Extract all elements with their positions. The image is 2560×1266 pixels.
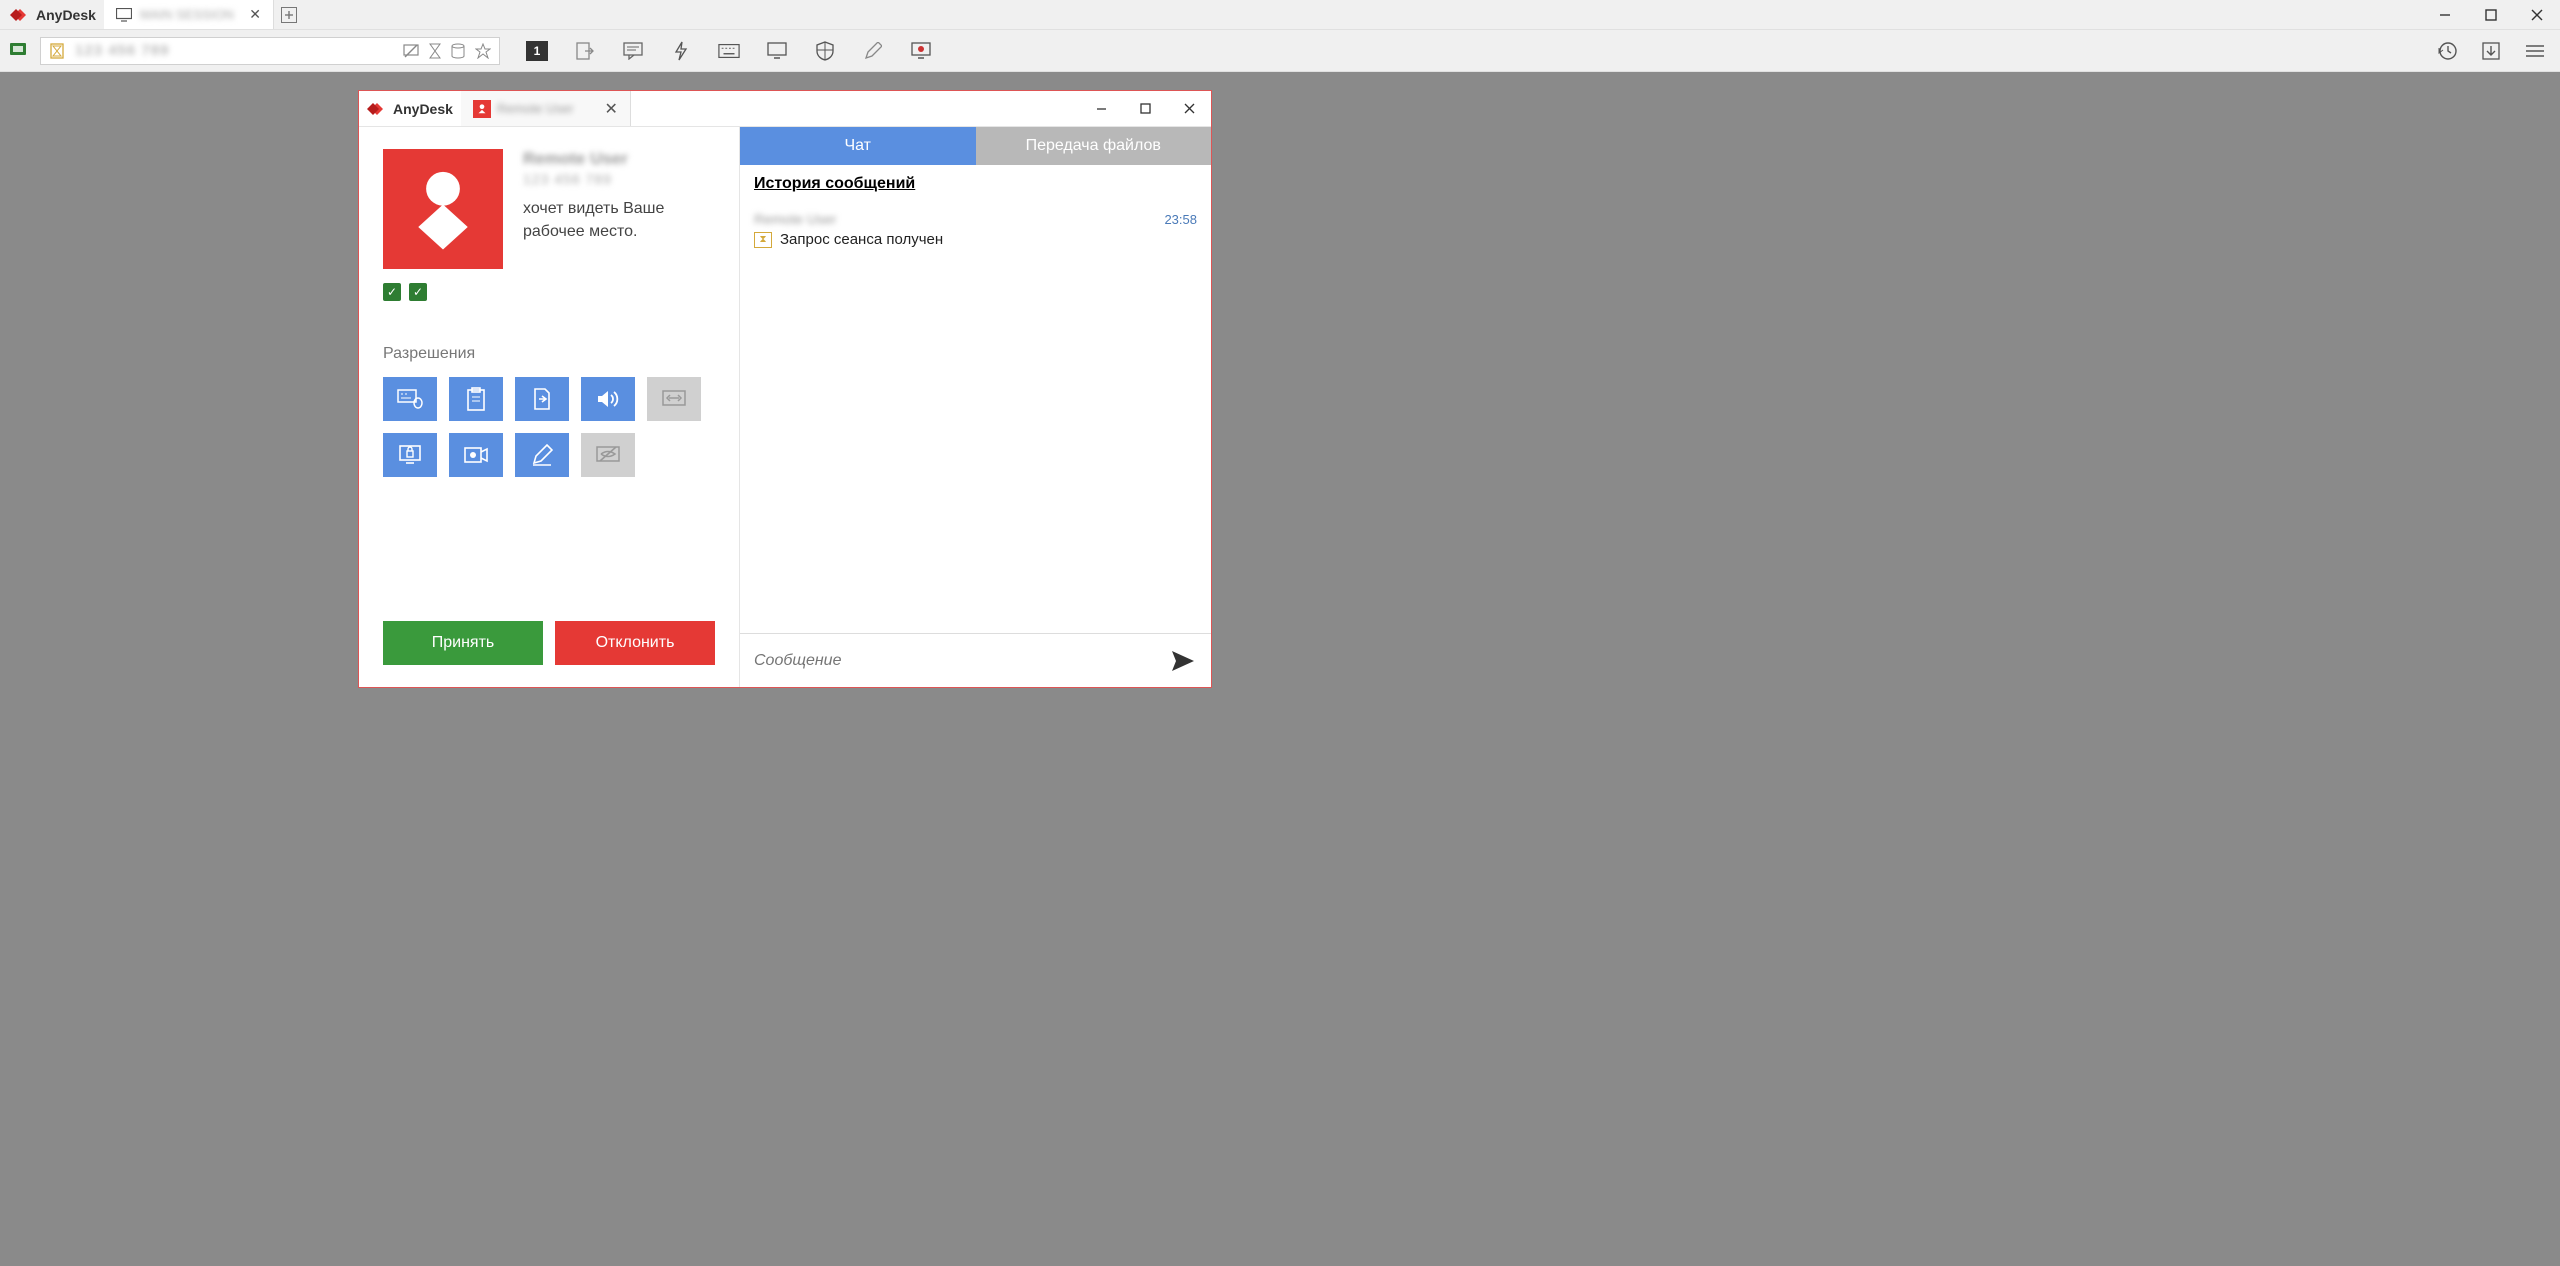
- requester-name: Remote User: [523, 149, 715, 169]
- session-count-badge[interactable]: 1: [526, 41, 548, 61]
- menu-icon[interactable]: [2524, 40, 2546, 62]
- incoming-request-dialog: AnyDesk Remote User ✕ Remote User 123: [358, 90, 1212, 688]
- main-toolbar: 123 456 789 1: [0, 30, 2560, 72]
- chat-message: Remote User 23:58 ⧗ Запрос сеанса получе…: [754, 211, 1197, 248]
- permissions-icon[interactable]: [814, 40, 836, 62]
- end-session-icon[interactable]: [574, 40, 596, 62]
- perm-file-transfer-button[interactable]: [515, 377, 569, 421]
- perm-lock-button[interactable]: [383, 433, 437, 477]
- chat-history: История сообщений Remote User 23:58 ⧗ За…: [740, 165, 1211, 633]
- secure-icon: ✓: [409, 283, 427, 301]
- perm-vpn-button[interactable]: [647, 377, 701, 421]
- dialog-session-tab[interactable]: Remote User ✕: [461, 91, 631, 126]
- monitor-icon: [116, 8, 132, 22]
- record-icon[interactable]: [910, 40, 932, 62]
- session-status-icon: [8, 40, 30, 62]
- address-bar[interactable]: 123 456 789: [40, 37, 500, 65]
- hourglass-small-icon[interactable]: [429, 43, 441, 59]
- requester-avatar-icon: [383, 149, 503, 269]
- minimize-button[interactable]: [2422, 0, 2468, 29]
- dialog-maximize-button[interactable]: [1123, 91, 1167, 126]
- verified-icon: ✓: [383, 283, 401, 301]
- chat-compose: [740, 633, 1211, 687]
- decline-button[interactable]: Отклонить: [555, 621, 715, 665]
- request-text: хочет видеть Ваше рабочее место.: [523, 197, 715, 243]
- perm-record-button[interactable]: [449, 433, 503, 477]
- whiteboard-icon[interactable]: [862, 40, 884, 62]
- main-session-tab[interactable]: MAIN SESSION ✕: [104, 0, 274, 29]
- dialog-tab-label: Remote User: [497, 101, 599, 116]
- main-titlebar: AnyDesk MAIN SESSION ✕: [0, 0, 2560, 30]
- perm-audio-button[interactable]: [581, 377, 635, 421]
- dialog-tab-close-button[interactable]: ✕: [605, 99, 618, 119]
- actions-icon[interactable]: [670, 40, 692, 62]
- message-sender: Remote User: [754, 211, 836, 227]
- message-text: Запрос сеанса получен: [780, 231, 943, 248]
- tab-chat[interactable]: Чат: [740, 127, 976, 165]
- message-time: 23:58: [1164, 212, 1197, 227]
- keyboard-icon[interactable]: [718, 40, 740, 62]
- permissions-grid: [383, 377, 713, 477]
- history-icon[interactable]: [2436, 40, 2458, 62]
- dialog-app-name: AnyDesk: [393, 101, 453, 117]
- dialog-minimize-button[interactable]: [1079, 91, 1123, 126]
- tab-label: MAIN SESSION: [140, 7, 241, 22]
- tab-file-transfer[interactable]: Передача файлов: [976, 127, 1212, 165]
- perm-clipboard-button[interactable]: [449, 377, 503, 421]
- permissions-heading: Разрешения: [383, 345, 715, 363]
- requester-avatar-small-icon: [473, 100, 491, 118]
- database-icon[interactable]: [451, 43, 465, 59]
- tab-close-button[interactable]: ✕: [249, 6, 261, 23]
- perm-draw-button[interactable]: [515, 433, 569, 477]
- perm-keyboard-mouse-button[interactable]: [383, 377, 437, 421]
- display-icon[interactable]: [766, 40, 788, 62]
- connection-status-icons: ✓ ✓: [383, 283, 715, 301]
- requester-id: 123 456 789: [523, 171, 715, 187]
- dialog-logo: AnyDesk: [359, 91, 461, 126]
- request-info-pane: Remote User 123 456 789 хочет видеть Ваш…: [359, 127, 739, 687]
- dialog-close-button[interactable]: [1167, 91, 1211, 126]
- session-request-icon: ⧗: [754, 232, 772, 248]
- dialog-titlebar: AnyDesk Remote User ✕: [359, 91, 1211, 127]
- chat-input[interactable]: [754, 652, 1169, 670]
- new-tab-button[interactable]: [274, 0, 304, 29]
- chat-icon[interactable]: [622, 40, 644, 62]
- perm-privacy-button[interactable]: [581, 433, 635, 477]
- star-icon[interactable]: [475, 43, 491, 59]
- app-logo: AnyDesk: [0, 0, 104, 29]
- chat-file-pane: Чат Передача файлов История сообщений Re…: [739, 127, 1211, 687]
- address-text: 123 456 789: [75, 42, 393, 59]
- maximize-button[interactable]: [2468, 0, 2514, 29]
- hourglass-icon: [49, 43, 65, 59]
- send-button[interactable]: [1169, 647, 1197, 675]
- disconnect-icon[interactable]: [403, 43, 419, 59]
- close-button[interactable]: [2514, 0, 2560, 29]
- side-tabs: Чат Передача файлов: [740, 127, 1211, 165]
- download-icon[interactable]: [2480, 40, 2502, 62]
- app-name: AnyDesk: [36, 7, 96, 23]
- accept-button[interactable]: Принять: [383, 621, 543, 665]
- chat-history-heading: История сообщений: [754, 175, 1197, 193]
